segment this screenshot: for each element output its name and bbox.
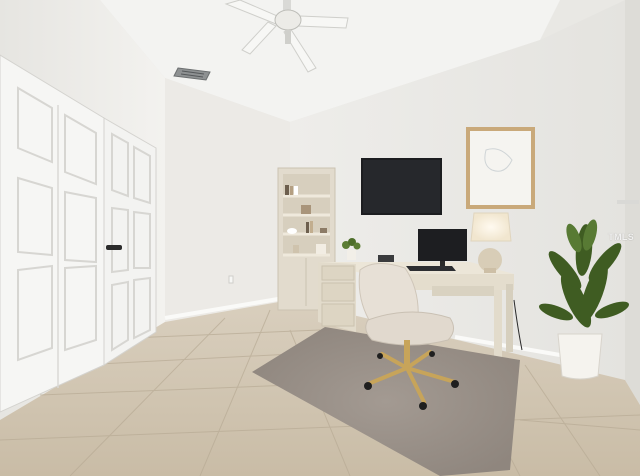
framed-art [466,127,535,209]
watermark: TMLS [608,232,634,242]
wall-tv [361,158,442,215]
wall-outlet [228,275,234,284]
door-handle [106,245,122,250]
room-illustration [0,0,640,476]
home-office-photo: TMLS [0,0,640,476]
wall-hook [617,200,639,204]
desk-gadget [378,255,394,262]
